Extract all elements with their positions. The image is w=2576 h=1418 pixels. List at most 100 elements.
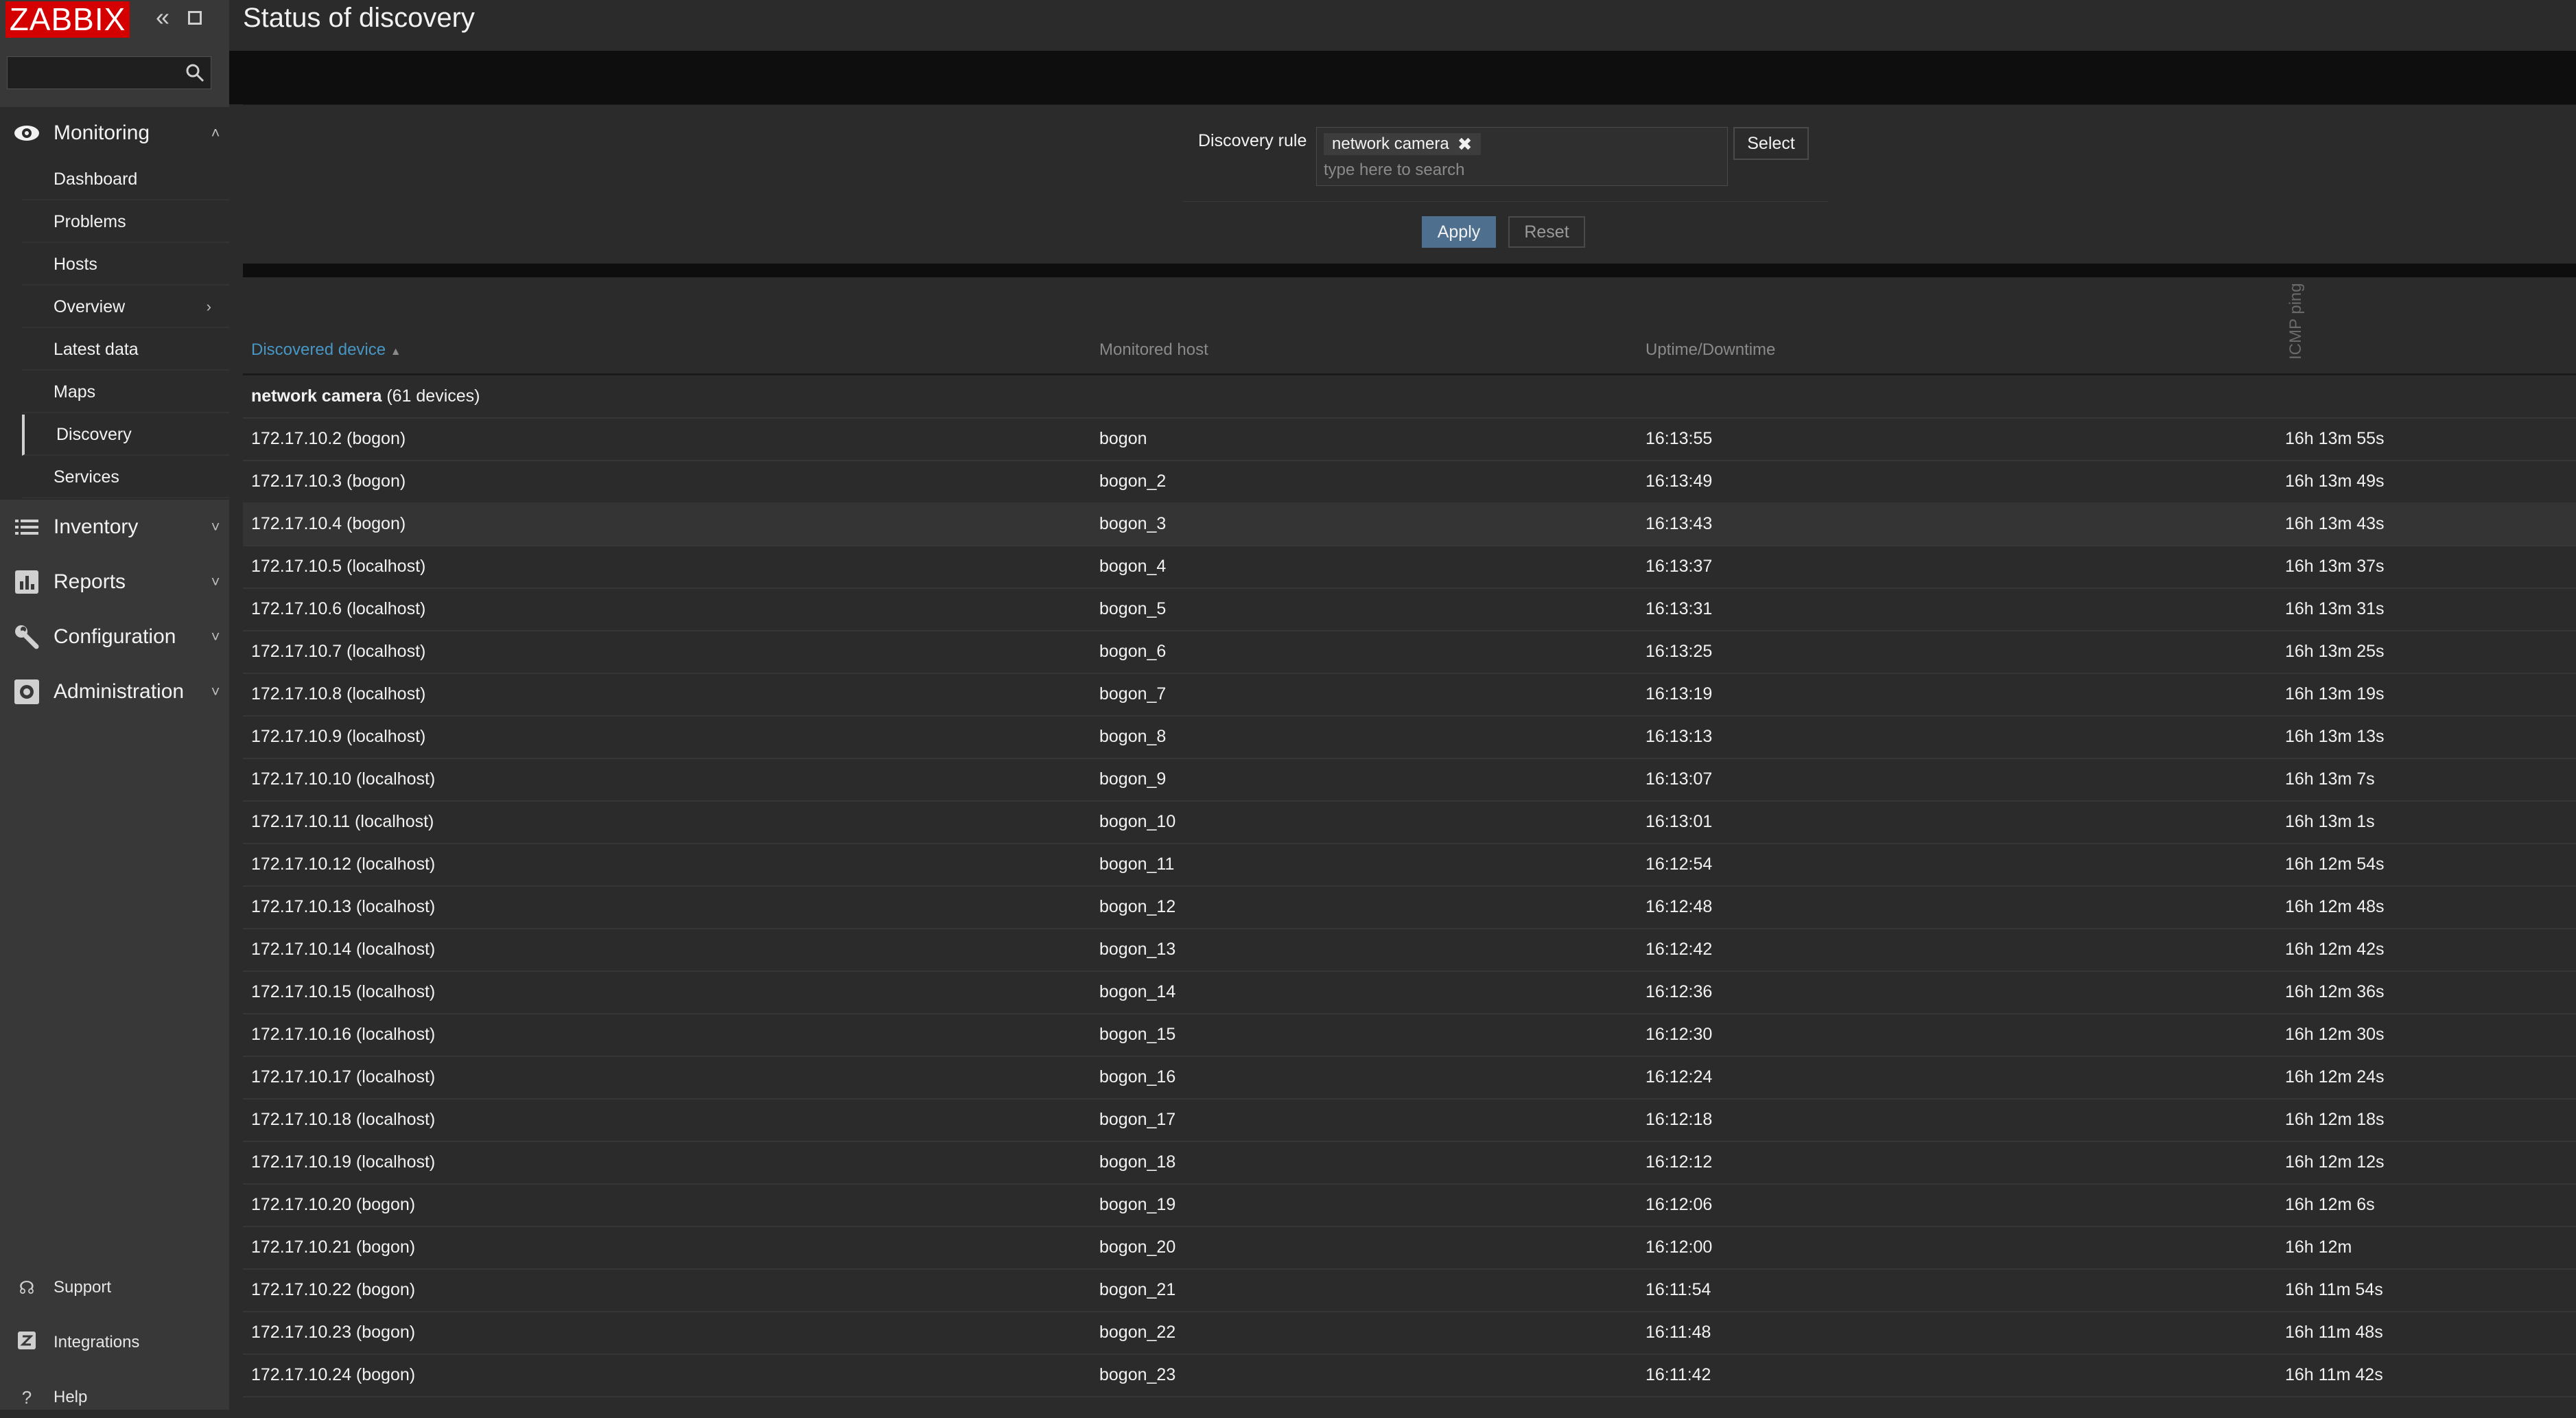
table-row[interactable]: 172.17.10.5 (localhost) bogon_4 16:13:37 16…: [243, 545, 2576, 589]
discovery-rule-multiselect[interactable]: network camera ✖ type here to search: [1316, 127, 1728, 186]
table-row[interactable]: 172.17.10.12 (localhost) bogon_11 16:12:54…: [243, 843, 2576, 887]
menu-section-monitoring[interactable]: Monitoring ˄: [0, 107, 229, 159]
table-row[interactable]: 172.17.10.18 (localhost) bogon_17 16:12:18…: [243, 1098, 2576, 1142]
sidebar-item-overview[interactable]: Overview ›: [22, 287, 229, 328]
cell-monitored-host: bogon_6: [1099, 642, 1167, 661]
apply-button[interactable]: Apply: [1422, 216, 1496, 248]
column-header-icmp-ping: ICMP ping: [2286, 283, 2305, 360]
cell-icmp-ping: 16h 12m 24s: [2285, 1067, 2385, 1086]
cell-uptime: 16:11:54: [1646, 1280, 1711, 1299]
cell-icmp-ping: 16h 13m 43s: [2285, 514, 2385, 533]
cell-monitored-host: bogon_4: [1099, 557, 1167, 576]
table-row[interactable]: 172.17.10.4 (bogon) bogon_3 16:13:43 16h 13…: [243, 502, 2576, 546]
cell-icmp-ping: 16h 13m 55s: [2285, 429, 2385, 448]
cell-monitored-host: bogon_9: [1099, 769, 1167, 789]
list-icon: [0, 518, 54, 536]
table-row[interactable]: 172.17.10.2 (bogon) bogon 16:13:55 16h 13m …: [243, 417, 2576, 461]
table-row[interactable]: 172.17.10.20 (bogon) bogon_19 16:12:06 16h …: [243, 1183, 2576, 1227]
chevron-up-icon: ˄: [211, 124, 220, 141]
rule-search-placeholder[interactable]: type here to search: [1324, 161, 1464, 180]
table-row[interactable]: 172.17.10.21 (bogon) bogon_20 16:12:00 16h …: [243, 1226, 2576, 1270]
table-row[interactable]: 172.17.10.23 (bogon) bogon_22 16:11:48 16h …: [243, 1311, 2576, 1355]
gear-icon: [0, 679, 54, 704]
cell-monitored-host: bogon_21: [1099, 1280, 1176, 1299]
cell-icmp-ping: 16h 12m 18s: [2285, 1110, 2385, 1129]
bar-chart-icon: [0, 570, 54, 594]
sidebar-item-maps[interactable]: Maps: [22, 372, 229, 413]
kiosk-mode-icon[interactable]: [184, 7, 207, 30]
cell-monitored-host: bogon_14: [1099, 982, 1176, 1001]
menu-section-reports[interactable]: Reports ˅: [0, 556, 229, 608]
cell-icmp-ping: 16h 13m 31s: [2285, 599, 2385, 618]
filter-divider: [1183, 201, 1828, 202]
table-row[interactable]: 172.17.10.6 (localhost) bogon_5 16:13:31 16…: [243, 588, 2576, 631]
sidebar-search-input[interactable]: [8, 57, 180, 89]
sidebar-item-services[interactable]: Services: [22, 457, 229, 498]
collapse-sidebar-icon[interactable]: «: [151, 5, 174, 30]
cell-uptime: 16:12:06: [1646, 1195, 1713, 1214]
chevron-right-icon: ›: [206, 298, 211, 315]
cell-uptime: 16:13:55: [1646, 429, 1713, 448]
cell-icmp-ping: 16h 13m 7s: [2285, 769, 2375, 789]
table-row[interactable]: 172.17.10.16 (localhost) bogon_15 16:12:30…: [243, 1013, 2576, 1057]
cell-uptime: 16:13:31: [1646, 599, 1713, 618]
table-row[interactable]: 172.17.10.22 (bogon) bogon_21 16:11:54 16h …: [243, 1268, 2576, 1312]
cell-discovered-device: 172.17.10.5 (localhost): [251, 557, 426, 576]
sidebar-item-problems[interactable]: Problems: [22, 202, 229, 243]
cell-uptime: 16:13:49: [1646, 472, 1713, 491]
footer-help[interactable]: ? Help: [0, 1377, 229, 1418]
search-icon[interactable]: [185, 62, 205, 83]
page-header: Status of discovery: [229, 0, 2576, 51]
menu-section-configuration[interactable]: Configuration ˅: [0, 611, 229, 663]
header-bar: [229, 51, 2576, 104]
cell-uptime: 16:12:24: [1646, 1067, 1713, 1086]
cell-discovered-device: 172.17.10.14 (localhost): [251, 940, 436, 959]
cell-monitored-host: bogon_12: [1099, 897, 1176, 916]
table-row[interactable]: 172.17.10.13 (localhost) bogon_12 16:12:48…: [243, 885, 2576, 929]
table-row[interactable]: 172.17.10.15 (localhost) bogon_14 16:12:36…: [243, 970, 2576, 1014]
footer-integrations[interactable]: Integrations: [0, 1322, 229, 1363]
cell-monitored-host: bogon_20: [1099, 1237, 1176, 1257]
cell-monitored-host: bogon_8: [1099, 727, 1167, 746]
sidebar: ZABBIX « Monitoring ˄ Dashboard Problems…: [0, 0, 229, 1410]
sidebar-item-hosts[interactable]: Hosts: [22, 244, 229, 286]
cell-icmp-ping: 16h 11m 42s: [2285, 1365, 2383, 1384]
table-row[interactable]: 172.17.10.17 (localhost) bogon_16 16:12:24…: [243, 1056, 2576, 1100]
table-row[interactable]: 172.17.10.11 (localhost) bogon_10 16:13:01…: [243, 800, 2576, 844]
footer-label: Support: [54, 1278, 112, 1297]
group-row: network camera (61 devices): [243, 375, 2576, 419]
cell-icmp-ping: 16h 12m 12s: [2285, 1152, 2385, 1172]
cell-monitored-host: bogon_17: [1099, 1110, 1176, 1129]
cell-icmp-ping: 16h 12m 42s: [2285, 940, 2385, 959]
reset-button[interactable]: Reset: [1508, 216, 1585, 248]
table-row[interactable]: 172.17.10.14 (localhost) bogon_13 16:12:42…: [243, 928, 2576, 972]
column-header-discovered-device[interactable]: Discovered device ▲: [251, 340, 401, 360]
menu-section-administration[interactable]: Administration ˅: [0, 666, 229, 718]
cell-icmp-ping: 16h 13m 37s: [2285, 557, 2385, 576]
cell-monitored-host: bogon_19: [1099, 1195, 1176, 1214]
table-row[interactable]: 172.17.10.10 (localhost) bogon_9 16:13:07 1…: [243, 758, 2576, 802]
wrench-icon: [0, 625, 54, 649]
cell-discovered-device: 172.17.10.19 (localhost): [251, 1152, 436, 1172]
footer-support[interactable]: ☊ Support: [0, 1267, 229, 1308]
column-header-uptime: Uptime/Downtime: [1646, 340, 1776, 359]
menu-section-inventory[interactable]: Inventory ˅: [0, 501, 229, 553]
sidebar-item-discovery[interactable]: Discovery: [22, 415, 229, 456]
cell-discovered-device: 172.17.10.8 (localhost): [251, 684, 426, 704]
table-row[interactable]: 172.17.10.19 (localhost) bogon_18 16:12:12…: [243, 1141, 2576, 1185]
select-button[interactable]: Select: [1733, 127, 1809, 160]
table-row[interactable]: 172.17.10.7 (localhost) bogon_6 16:13:25 16…: [243, 630, 2576, 674]
table-row[interactable]: 172.17.10.3 (bogon) bogon_2 16:13:49 16h 13…: [243, 460, 2576, 504]
table-row[interactable]: 172.17.10.8 (localhost) bogon_7 16:13:19 16…: [243, 673, 2576, 717]
table-row[interactable]: 172.17.10.24 (bogon) bogon_23 16:11:42 16h …: [243, 1353, 2576, 1397]
table-row[interactable]: 172.17.10.9 (localhost) bogon_8 16:13:13 16…: [243, 715, 2576, 759]
zabbix-logo[interactable]: ZABBIX: [5, 1, 130, 38]
cell-uptime: 16:12:54: [1646, 855, 1713, 874]
remove-x-icon[interactable]: ✖: [1457, 133, 1473, 155]
cell-uptime: 16:13:25: [1646, 642, 1713, 661]
sidebar-item-dashboard[interactable]: Dashboard: [22, 159, 229, 200]
sidebar-item-latest-data[interactable]: Latest data: [22, 329, 229, 371]
cell-discovered-device: 172.17.10.11 (localhost): [251, 812, 434, 831]
cell-icmp-ping: 16h 13m 1s: [2285, 812, 2375, 831]
cell-uptime: 16:13:01: [1646, 812, 1713, 831]
